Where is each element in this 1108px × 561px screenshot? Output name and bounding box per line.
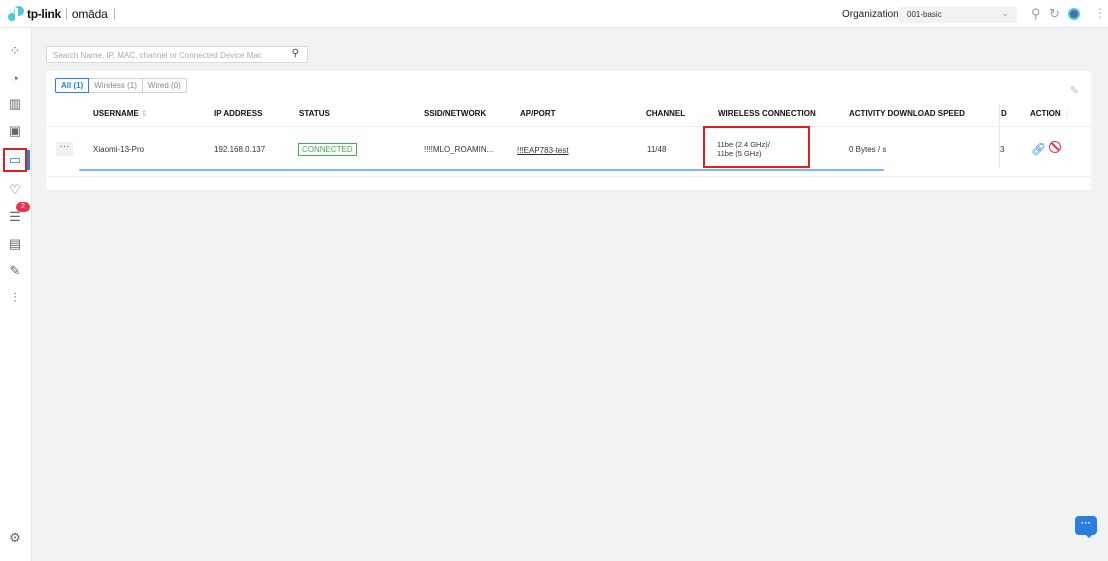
search-icon[interactable]: ⚲: [1031, 6, 1041, 22]
tp-link-logo-icon: [8, 6, 24, 22]
status-badge: CONNECTED: [298, 143, 357, 156]
logs-icon[interactable]: ▤: [3, 232, 27, 256]
column-username[interactable]: USERNAME ⇕: [93, 109, 148, 118]
tab-wireless[interactable]: Wireless (1): [89, 79, 143, 92]
column-truncated: D: [1001, 109, 1007, 118]
organization-select[interactable]: 001-basic ⌄: [899, 7, 1017, 23]
user-avatar[interactable]: [1068, 8, 1080, 20]
row-more-button[interactable]: ···: [56, 142, 73, 156]
horizontal-scrollbar[interactable]: [79, 169, 884, 171]
dashboard-icon[interactable]: ⁘: [3, 39, 27, 63]
column-status: STATUS: [299, 109, 330, 118]
chevron-down-icon: ⌄: [1001, 8, 1009, 18]
client-username[interactable]: Xiaomi-13-Pro: [93, 145, 144, 154]
column-ap-port: AP/PORT: [520, 109, 556, 118]
client-type-tabs: All (1) Wireless (1) Wired (0): [55, 78, 187, 93]
devices-icon[interactable]: ▣: [3, 119, 27, 143]
clients-icon[interactable]: ▭: [3, 148, 30, 172]
wireless-connection-highlight: 11be (2.4 GHz)/ 11be (5 GHz): [703, 126, 810, 168]
organization-label: Organization:: [842, 9, 902, 20]
column-wireless-connection: WIRELESS CONNECTION: [718, 109, 816, 118]
map-icon[interactable]: ▥: [3, 92, 27, 116]
sidebar: ⁘ ◔ ▥ ▣ ▭ ♡ ☰ 2 ▤ ✎ ⫶ ⚙: [0, 28, 32, 561]
link-icon[interactable]: 🔗︎: [1031, 142, 1046, 156]
column-download-speed: ACTIVITY DOWNLOAD SPEED: [849, 109, 965, 118]
product-name: omāda: [71, 7, 108, 21]
alerts-icon[interactable]: ☰ 2: [3, 202, 30, 229]
client-ip: 192.168.0.137: [214, 145, 266, 154]
refresh-icon[interactable]: ↻: [1049, 6, 1060, 22]
wireless-connection-line-2: 11be (5 GHz): [717, 149, 762, 158]
clients-card: All (1) Wireless (1) Wired (0) ✎ USERNAM…: [46, 71, 1091, 190]
client-channel: 11/48: [647, 145, 667, 154]
top-header: tp-link omāda Organization: 001-basic ⌄ …: [0, 0, 1108, 28]
tab-all[interactable]: All (1): [55, 78, 90, 93]
reports-icon[interactable]: ⫶: [3, 286, 27, 310]
client-ap-link[interactable]: !!!EAP783-test: [517, 146, 569, 155]
search-input[interactable]: [53, 49, 283, 61]
client-ssid: !!!!MLO_ROAMIN...: [424, 145, 494, 154]
wireless-connection-line-1: 11be (2.4 GHz)/: [717, 140, 770, 149]
search-icon[interactable]: ⚲: [292, 48, 299, 59]
settings-icon[interactable]: ⚙: [3, 526, 27, 550]
more-menu-icon[interactable]: ⋮: [1094, 6, 1106, 20]
client-search-box[interactable]: ⚲: [46, 46, 308, 63]
tp-link-omada-logo[interactable]: tp-link omāda: [8, 6, 115, 22]
client-download-speed: 0 Bytes / s: [849, 145, 887, 154]
tab-wired[interactable]: Wired (0): [143, 79, 186, 92]
edit-columns-icon[interactable]: ✎: [1070, 84, 1079, 97]
block-client-icon[interactable]: [1049, 141, 1061, 153]
brand-name: tp-link: [27, 7, 61, 21]
insights-icon[interactable]: ♡: [3, 178, 27, 202]
sort-icon[interactable]: ⇕: [141, 109, 148, 118]
alert-count-badge: 2: [16, 202, 30, 212]
column-ssid: SSID/NETWORK: [424, 109, 487, 118]
organization-value: 001-basic: [907, 10, 942, 19]
tools-icon[interactable]: ✎: [3, 259, 27, 283]
chat-support-button[interactable]: ···: [1075, 516, 1097, 538]
column-channel: CHANNEL: [646, 109, 686, 118]
column-ip-address: IP ADDRESS: [214, 109, 263, 118]
column-action: ACTION ⋮: [1030, 109, 1071, 118]
statistics-icon[interactable]: ◔: [3, 66, 27, 90]
client-truncated-value: 3: [1000, 145, 1005, 154]
